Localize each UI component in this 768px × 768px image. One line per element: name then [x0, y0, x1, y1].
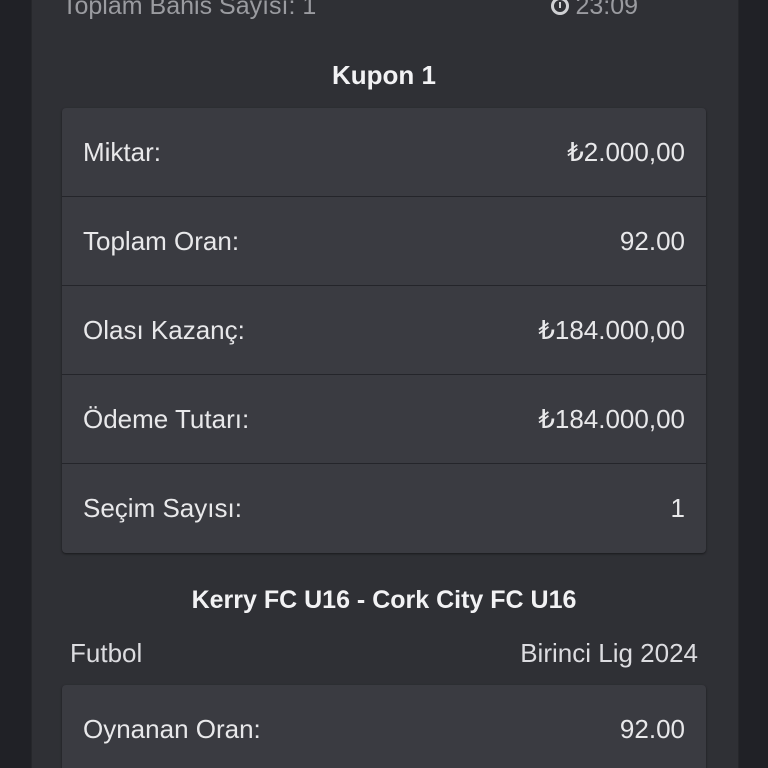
match-meta: Futbol Birinci Lig 2024 — [70, 638, 698, 669]
potential-win-row: Olası Kazanç: ₺184.000,00 — [62, 286, 706, 375]
row-value: 92.00 — [619, 714, 685, 744]
row-label: Olası Kazanç: — [83, 314, 245, 345]
total-bets-label: Toplam Bahis Sayısı: 1 — [62, 0, 317, 20]
row-value: ₺2.000,00 — [567, 136, 685, 167]
selection-detail-card: Oynanan Oran: 92.00 — [62, 685, 706, 768]
time-value: 23:09 — [575, 0, 638, 20]
row-value: ₺184.000,00 — [538, 314, 685, 345]
row-label: Miktar: — [83, 136, 161, 167]
page: Toplam Bahis Sayısı: 1 23:09 Kupon 1 Mik… — [0, 0, 768, 768]
coupon-summary-card: Miktar: ₺2.000,00 Toplam Oran: 92.00 Ola… — [62, 108, 706, 553]
selection-count-row: Seçim Sayısı: 1 — [62, 464, 706, 553]
time-display: 23:09 — [551, 0, 638, 21]
coupon-title: Kupon 1 — [332, 60, 436, 90]
row-value: ₺184.000,00 — [538, 403, 685, 434]
sport-label: Futbol — [70, 638, 143, 668]
row-value: 1 — [670, 493, 685, 523]
clock-icon — [551, 0, 570, 15]
total-odds-row: Toplam Oran: 92.00 — [62, 197, 706, 286]
match-title: Kerry FC U16 - Cork City FC U16 — [191, 586, 577, 614]
league-label: Birinci Lig 2024 — [520, 638, 698, 668]
payout-row: Ödeme Tutarı: ₺184.000,00 — [62, 375, 706, 464]
row-label: Seçim Sayısı: — [83, 493, 242, 523]
bet-summary-header: Toplam Bahis Sayısı: 1 23:09 — [62, 0, 638, 26]
played-odds-row: Oynanan Oran: 92.00 — [62, 685, 706, 768]
row-label: Ödeme Tutarı: — [83, 403, 250, 434]
row-value: 92.00 — [619, 225, 685, 256]
amount-row: Miktar: ₺2.000,00 — [62, 108, 706, 197]
row-label: Oynanan Oran: — [83, 714, 261, 744]
row-label: Toplam Oran: — [83, 225, 240, 256]
